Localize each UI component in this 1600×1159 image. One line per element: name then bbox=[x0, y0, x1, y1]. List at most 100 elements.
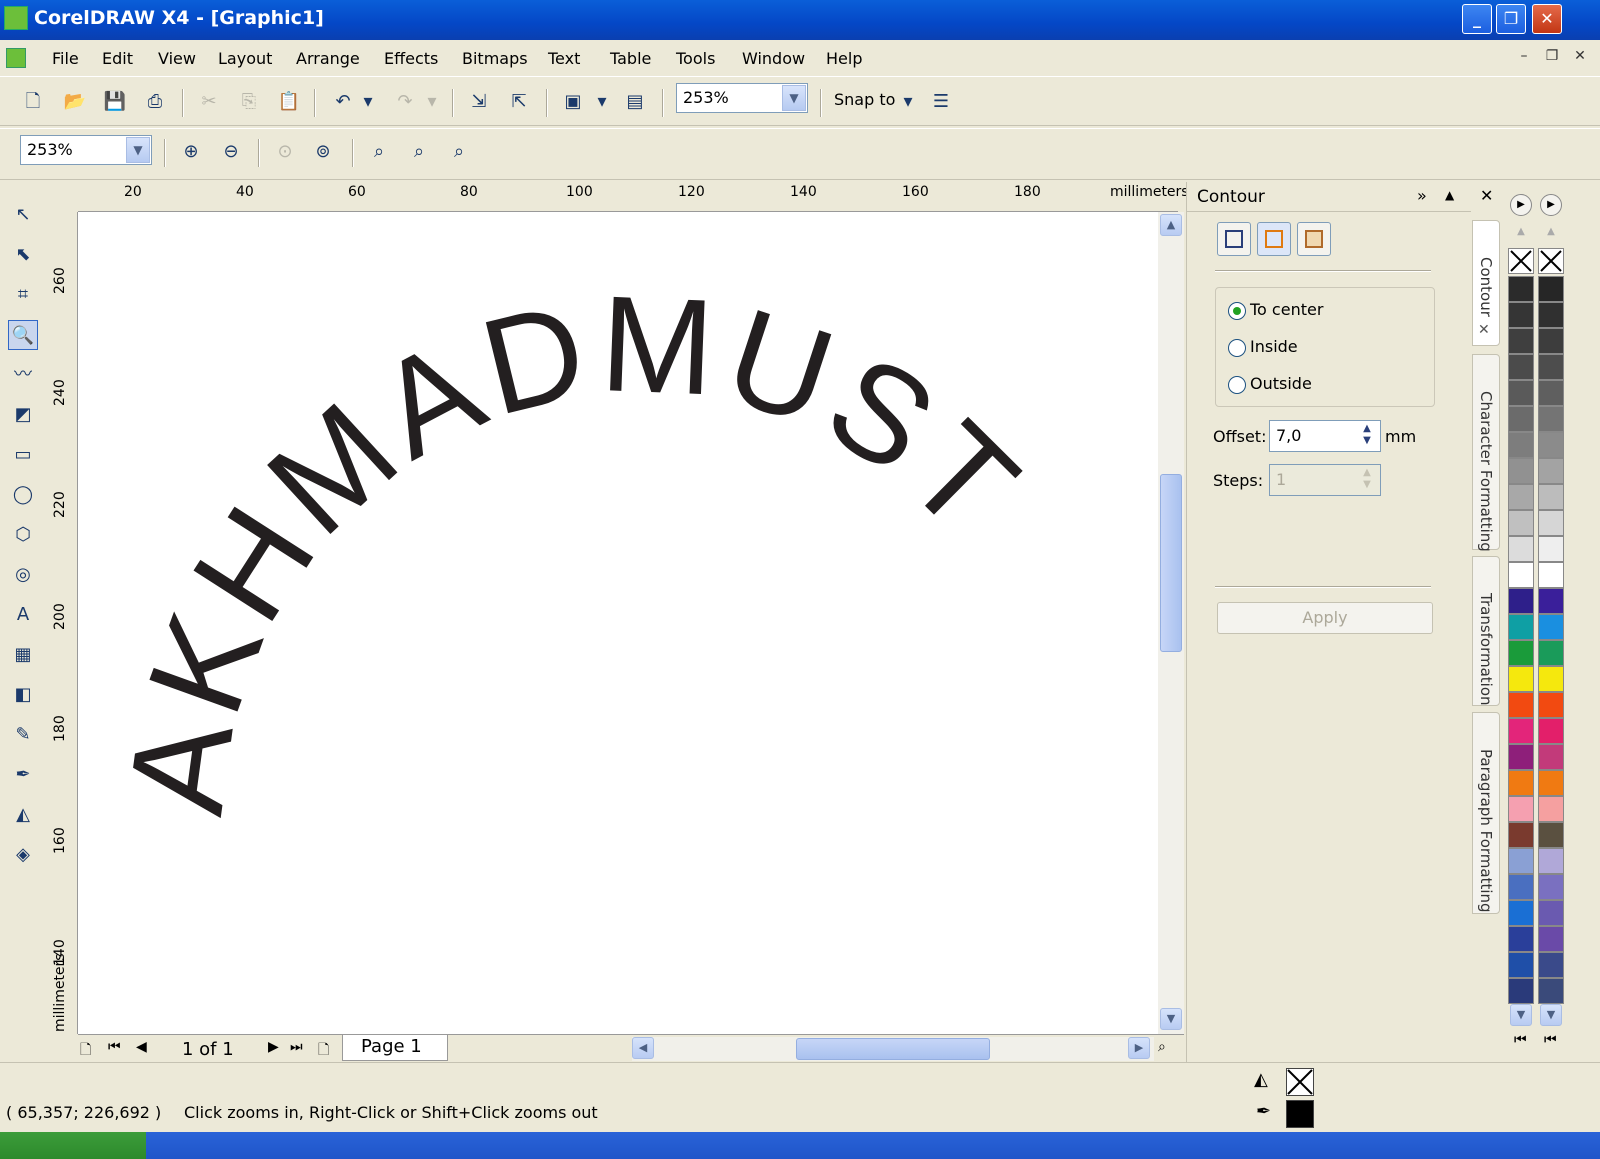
color-swatch[interactable] bbox=[1508, 744, 1534, 770]
color-swatch[interactable] bbox=[1538, 302, 1564, 328]
shape-tool-icon[interactable]: ⬉ bbox=[8, 240, 38, 270]
color-swatch[interactable] bbox=[1538, 354, 1564, 380]
palette-scroll-play-icon[interactable]: ▶ bbox=[1540, 194, 1562, 216]
color-swatch[interactable] bbox=[1508, 432, 1534, 458]
to-center-radio[interactable] bbox=[1228, 301, 1246, 320]
color-swatch[interactable] bbox=[1508, 536, 1534, 562]
interactive-blend-tool-icon[interactable]: ◧ bbox=[8, 680, 38, 710]
drawing-canvas[interactable]: AKHMADMUST bbox=[78, 212, 1158, 1034]
color-swatch[interactable] bbox=[1508, 588, 1534, 614]
chevron-down-icon[interactable]: ▼ bbox=[126, 137, 150, 163]
color-swatch[interactable] bbox=[1538, 432, 1564, 458]
save-icon[interactable]: 💾 bbox=[102, 89, 128, 115]
color-swatch[interactable] bbox=[1538, 848, 1564, 874]
copy-icon[interactable]: ⎘ bbox=[236, 89, 262, 115]
color-swatch[interactable] bbox=[1538, 276, 1564, 302]
color-swatch[interactable] bbox=[1538, 614, 1564, 640]
color-swatch[interactable] bbox=[1538, 952, 1564, 978]
text-tool-icon[interactable]: A bbox=[8, 600, 38, 630]
doc-minimize-button[interactable]: – bbox=[1514, 48, 1534, 68]
zoom-to-all-objects-icon[interactable]: ⊚ bbox=[310, 139, 336, 165]
to-center-mode-button[interactable] bbox=[1217, 222, 1251, 256]
color-swatch[interactable] bbox=[1508, 510, 1534, 536]
zoom-out-icon[interactable]: ⊖ bbox=[218, 139, 244, 165]
menu-help[interactable]: Help bbox=[826, 49, 862, 68]
menu-tools[interactable]: Tools bbox=[676, 49, 715, 68]
color-swatch[interactable] bbox=[1508, 692, 1534, 718]
color-swatch[interactable] bbox=[1508, 640, 1534, 666]
option-outside[interactable]: Outside bbox=[1228, 374, 1312, 394]
close-button[interactable]: ✕ bbox=[1532, 4, 1562, 34]
docker-close-icon[interactable]: ✕ bbox=[1480, 186, 1493, 205]
color-swatch[interactable] bbox=[1538, 770, 1564, 796]
minimize-button[interactable]: _ bbox=[1462, 4, 1492, 34]
horizontal-scrollbar[interactable]: ◀ ▶ bbox=[632, 1037, 1154, 1061]
fill-indicator[interactable] bbox=[1286, 1068, 1314, 1096]
color-swatch[interactable] bbox=[1538, 796, 1564, 822]
horizontal-ruler[interactable]: 20 40 60 80 100 120 140 160 180 millimet… bbox=[78, 182, 1189, 212]
outside-radio[interactable] bbox=[1228, 375, 1246, 394]
inside-radio[interactable] bbox=[1228, 338, 1246, 357]
color-swatch[interactable] bbox=[1508, 380, 1534, 406]
color-swatch[interactable] bbox=[1508, 926, 1534, 952]
zoom-to-page-icon[interactable]: ⌕ bbox=[366, 139, 392, 165]
previous-page-icon[interactable]: ◀ bbox=[136, 1039, 147, 1055]
undo-icon[interactable]: ↶ bbox=[330, 89, 356, 115]
palette-first-icon[interactable]: ⏮ bbox=[1514, 1032, 1527, 1048]
paste-icon[interactable]: 📋 bbox=[276, 89, 302, 115]
print-icon[interactable]: ⎙ bbox=[142, 89, 168, 115]
navigator-zoom-icon[interactable]: ⌕ bbox=[1158, 1039, 1166, 1055]
color-swatch[interactable] bbox=[1538, 328, 1564, 354]
color-swatch[interactable] bbox=[1508, 848, 1534, 874]
freehand-tool-icon[interactable]: 〰 bbox=[8, 360, 38, 390]
palette-scroll-play-icon[interactable]: ▶ bbox=[1510, 194, 1532, 216]
tab-character-formatting[interactable]: Character Formatting bbox=[1472, 354, 1500, 552]
color-swatch[interactable] bbox=[1538, 406, 1564, 432]
no-fill-swatch[interactable] bbox=[1508, 248, 1534, 274]
redo-dropdown-icon[interactable]: ▾ bbox=[424, 89, 440, 115]
next-page-icon[interactable]: ▶ bbox=[268, 1039, 279, 1055]
palette-scroll-down-icon[interactable]: ▼ bbox=[1540, 1004, 1562, 1026]
property-zoom-combo[interactable]: 253% ▼ bbox=[20, 135, 152, 165]
horizontal-scroll-thumb[interactable] bbox=[796, 1038, 990, 1060]
application-launcher-icon[interactable]: ▣ bbox=[560, 89, 586, 115]
color-swatch[interactable] bbox=[1508, 718, 1534, 744]
arched-artistic-text[interactable]: AKHMADMUST bbox=[99, 267, 1050, 822]
color-swatch[interactable] bbox=[1508, 978, 1534, 1004]
scroll-down-icon[interactable]: ▼ bbox=[1160, 1008, 1182, 1030]
pick-tool-icon[interactable]: ↖ bbox=[8, 200, 38, 230]
outline-tool-icon[interactable]: ✒ bbox=[8, 760, 38, 790]
tab-paragraph-formatting[interactable]: Paragraph Formatting bbox=[1472, 712, 1500, 914]
document-icon[interactable] bbox=[6, 48, 26, 68]
basic-shapes-tool-icon[interactable]: ◎ bbox=[8, 560, 38, 590]
palette-scroll-up-icon[interactable]: ▲ bbox=[1540, 222, 1562, 244]
color-swatch[interactable] bbox=[1508, 354, 1534, 380]
color-swatch[interactable] bbox=[1508, 562, 1534, 588]
color-swatch[interactable] bbox=[1538, 926, 1564, 952]
artistic-text-graphic[interactable]: AKHMADMUST bbox=[78, 212, 1158, 1034]
insert-page-after-icon[interactable]: 🗋 bbox=[318, 1039, 329, 1063]
color-swatch[interactable] bbox=[1538, 978, 1564, 1004]
palette-first-icon[interactable]: ⏮ bbox=[1544, 1032, 1557, 1048]
color-swatch[interactable] bbox=[1538, 744, 1564, 770]
color-swatch[interactable] bbox=[1538, 484, 1564, 510]
redo-icon[interactable]: ↷ bbox=[392, 89, 418, 115]
color-swatch[interactable] bbox=[1538, 874, 1564, 900]
color-swatch[interactable] bbox=[1538, 380, 1564, 406]
crop-tool-icon[interactable]: ⌗ bbox=[8, 280, 38, 310]
option-inside[interactable]: Inside bbox=[1228, 337, 1298, 357]
doc-close-button[interactable]: ✕ bbox=[1570, 48, 1590, 68]
steps-spinner-icon[interactable]: ▲ ▼ bbox=[1356, 467, 1378, 493]
doc-restore-button[interactable]: ❐ bbox=[1542, 48, 1562, 68]
welcome-screen-icon[interactable]: ▤ bbox=[622, 89, 648, 115]
restore-button[interactable]: ❐ bbox=[1496, 4, 1526, 34]
color-swatch[interactable] bbox=[1508, 770, 1534, 796]
menu-text[interactable]: Text bbox=[548, 49, 580, 68]
import-icon[interactable]: ⇲ bbox=[466, 89, 492, 115]
color-swatch[interactable] bbox=[1538, 718, 1564, 744]
menu-effects[interactable]: Effects bbox=[384, 49, 438, 68]
zoom-to-selected-icon[interactable]: ⊙ bbox=[272, 139, 298, 165]
color-swatch[interactable] bbox=[1508, 952, 1534, 978]
polygon-tool-icon[interactable]: ⬡ bbox=[8, 520, 38, 550]
color-swatch[interactable] bbox=[1538, 666, 1564, 692]
